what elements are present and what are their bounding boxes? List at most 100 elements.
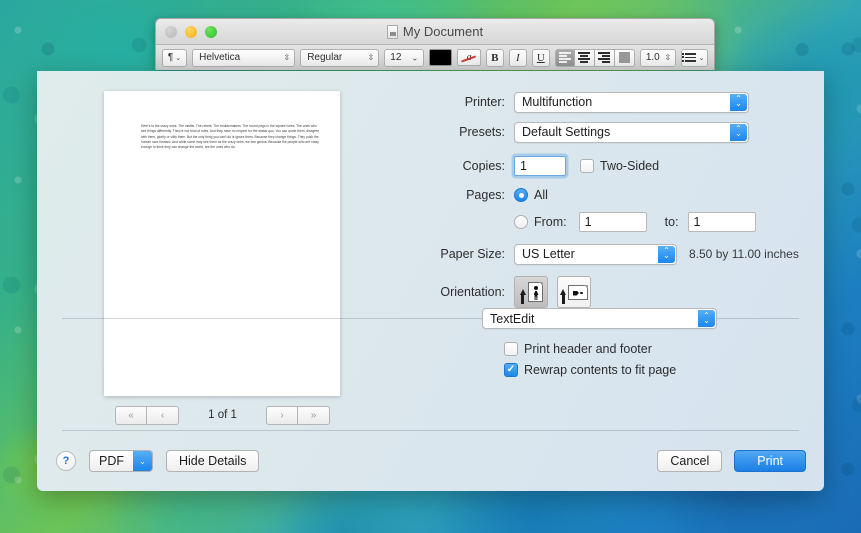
font-style-value: Regular [307, 52, 343, 63]
alignment-button-group [554, 48, 635, 67]
cancel-button[interactable]: Cancel [657, 450, 723, 472]
justify-icon [618, 52, 630, 63]
two-sided-checkbox[interactable] [580, 158, 594, 173]
paragraph-style-popup[interactable]: ¶ ⌄ [162, 48, 188, 67]
paper-size-row: Paper Size: US Letter ⌃ ⌄ 8.50 by 11.00 i… [382, 237, 802, 271]
pages-to-label: to: [664, 214, 679, 229]
print-button[interactable]: Print [734, 450, 806, 472]
font-size-combo[interactable]: 12 ⌄ [384, 48, 425, 67]
italic-button[interactable]: I [508, 48, 527, 67]
traffic-lights [165, 25, 217, 38]
paper-size-popup[interactable]: US Letter ⌃ ⌄ [514, 243, 677, 265]
app-pane-row: TextEdit ⌃ ⌄ [482, 308, 717, 329]
chevron-down-icon: ⌄ [175, 54, 182, 62]
desktop-wallpaper: My Document ¶ ⌄ Helvetica ⇳ Regular ⇳ 12… [0, 0, 861, 533]
document-icon [386, 24, 398, 39]
window-title-group: My Document [156, 24, 714, 39]
text-color-swatch[interactable] [429, 49, 453, 66]
rewrap-label: Rewrap contents to fit page [524, 363, 677, 377]
align-right-button[interactable] [594, 48, 615, 67]
paper-dimensions-text: 8.50 by 11.00 inches [689, 247, 799, 261]
presets-value: Default Settings [522, 125, 611, 139]
paper-size-value: US Letter [522, 247, 575, 261]
bulleted-list-icon [681, 52, 696, 62]
stepper-icon[interactable]: ⌃ ⌄ [730, 123, 747, 141]
pages-all-group[interactable]: All [514, 188, 548, 202]
textedit-toolbar: ¶ ⌄ Helvetica ⇳ Regular ⇳ 12 ⌄ a B I U 1… [156, 45, 714, 70]
person-icon [533, 286, 539, 300]
rewrap-checkbox[interactable] [504, 363, 518, 377]
stepper-icon[interactable]: ⌃ ⌄ [730, 93, 747, 111]
pages-range-radio[interactable] [514, 214, 528, 229]
orientation-portrait-button[interactable] [514, 276, 548, 308]
previous-page-button[interactable]: ‹ [147, 405, 179, 425]
printer-popup[interactable]: Multifunction ⌃ ⌄ [514, 91, 749, 113]
page-navigation: « ‹ 1 of 1 › » [115, 405, 330, 425]
pages-range-row: From: 1 to: 1 [382, 206, 802, 237]
copies-row: Copies: 1 Two-Sided [382, 147, 802, 184]
copies-input[interactable]: 1 [514, 155, 566, 176]
orientation-landscape-button[interactable] [557, 276, 591, 308]
align-center-button[interactable] [574, 48, 595, 67]
chevron-down-icon[interactable]: ⌄ [133, 451, 152, 471]
remove-style-icon[interactable]: a [457, 49, 481, 66]
nav-back-group: « ‹ [115, 405, 179, 425]
pages-from-input[interactable]: 1 [578, 211, 647, 232]
align-left-icon [558, 52, 571, 63]
line-spacing-value: 1.0 [645, 52, 660, 63]
orientation-label: Orientation: [440, 285, 505, 299]
pages-from-group[interactable]: From: [514, 214, 567, 229]
maximize-window-button[interactable] [205, 25, 217, 38]
preview-body-text: Here's to the crazy ones. The misfits. T… [141, 124, 320, 150]
print-preview: Here's to the crazy ones. The misfits. T… [104, 91, 340, 396]
stepper-icon[interactable]: ⌃ ⌄ [658, 245, 675, 263]
bold-button[interactable]: B [485, 48, 504, 67]
two-sided-group[interactable]: Two-Sided [580, 158, 660, 173]
line-spacing-popup[interactable]: 1.0 ⇳ [639, 48, 677, 67]
landscape-page-icon [568, 284, 588, 300]
stepper-icon[interactable]: ⌃ ⌄ [698, 310, 715, 327]
pages-all-radio[interactable] [514, 188, 528, 202]
align-right-icon [598, 52, 611, 63]
rewrap-group[interactable]: Rewrap contents to fit page [504, 363, 676, 377]
printer-value: Multifunction [522, 95, 593, 109]
pages-label: Pages: [466, 188, 505, 202]
copies-label: Copies: [462, 158, 505, 173]
pdf-button[interactable]: PDF ⌄ [89, 450, 153, 472]
print-header-footer-checkbox[interactable] [504, 342, 518, 356]
nav-forward-group: › » [266, 405, 330, 425]
presets-popup[interactable]: Default Settings ⌃ ⌄ [514, 121, 749, 143]
font-style-popup[interactable]: Regular ⇳ [300, 48, 380, 67]
align-left-button[interactable] [554, 48, 575, 67]
portrait-page-icon [527, 282, 543, 302]
app-pane-value: TextEdit [490, 311, 535, 326]
window-titlebar[interactable]: My Document [156, 19, 714, 45]
app-pane-popup[interactable]: TextEdit ⌃ ⌄ [482, 308, 717, 329]
last-page-button[interactable]: » [298, 405, 330, 425]
window-title: My Document [402, 24, 484, 39]
chevron-down-icon: ⌄ [411, 53, 419, 62]
hide-details-button[interactable]: Hide Details [166, 450, 260, 472]
paper-size-label: Paper Size: [440, 247, 505, 261]
font-family-popup[interactable]: Helvetica ⇳ [192, 48, 296, 67]
orientation-row: Orientation: [382, 271, 802, 313]
print-header-footer-group[interactable]: Print header and footer [504, 342, 652, 356]
align-justify-button[interactable] [614, 48, 635, 67]
minimize-window-button[interactable] [185, 25, 197, 38]
help-button[interactable]: ? [56, 451, 76, 471]
pages-to-input[interactable]: 1 [687, 211, 756, 232]
left-actions: ? PDF ⌄ Hide Details [56, 450, 260, 472]
pages-all-label: All [534, 188, 548, 202]
presets-row: Presets: Default Settings ⌃ ⌄ [382, 117, 802, 147]
list-style-popup[interactable]: ⌄ [681, 48, 709, 67]
underline-button[interactable]: U [531, 48, 550, 67]
printer-label: Printer: [464, 95, 505, 109]
two-sided-label: Two-Sided [600, 158, 660, 173]
next-page-button[interactable]: › [266, 405, 298, 425]
printer-row: Printer: Multifunction ⌃ ⌄ [382, 87, 802, 117]
textedit-window: My Document ¶ ⌄ Helvetica ⇳ Regular ⇳ 12… [155, 18, 715, 70]
stepper-icon: ⇳ [367, 52, 375, 62]
stepper-icon: ⇳ [664, 52, 672, 62]
close-window-button[interactable] [165, 25, 177, 38]
first-page-button[interactable]: « [115, 405, 147, 425]
